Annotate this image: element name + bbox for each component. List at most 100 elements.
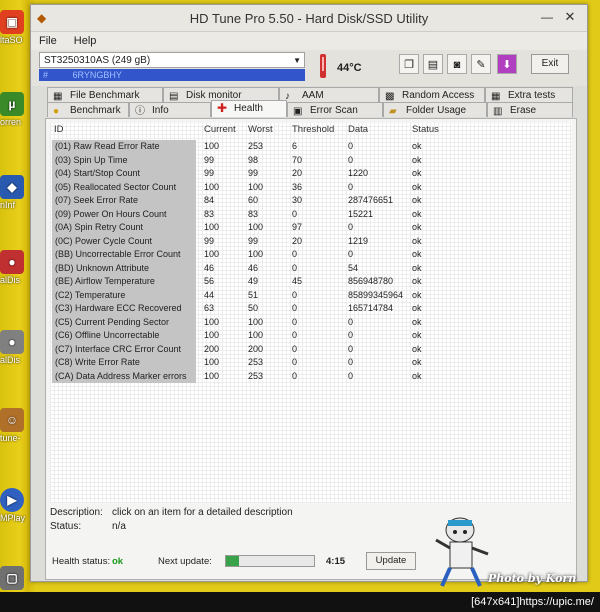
desktop-icon[interactable]: ▣ ltaSO	[0, 10, 30, 45]
tab-label: Error Scan	[310, 105, 358, 116]
data-cell: 0	[348, 330, 354, 340]
copy-text-button[interactable]: ▤	[423, 54, 443, 74]
threshold-cell: 97	[292, 222, 303, 232]
desktop-icon[interactable]: ☺ tune-	[0, 408, 30, 443]
desktop-icon[interactable]: µ orren	[0, 92, 30, 127]
worst-cell: 100	[248, 222, 264, 232]
tab-random-access[interactable]: ▩ Random Access	[379, 87, 485, 102]
status-cell: ok	[412, 276, 422, 286]
status-cell: ok	[412, 141, 422, 151]
tab-extra-tests[interactable]: ▦ Extra tests	[485, 87, 573, 102]
table-row[interactable]: (03) Spin Up Time 99 98 70 0 ok	[50, 153, 572, 167]
worst-cell: 60	[248, 195, 259, 205]
data-cell: 0	[348, 357, 354, 367]
serial-number: # 6RYNGBHY	[39, 69, 305, 81]
tab-folder-usage[interactable]: ▰ Folder Usage	[383, 102, 487, 117]
table-row[interactable]: (C6) Offline Uncorrectable 100 100 0 0 ok	[50, 329, 572, 343]
column-header-threshold[interactable]: Threshold	[292, 123, 334, 137]
attribute-name-cell: (0A) Spin Retry Count	[52, 221, 196, 235]
table-row[interactable]: (C7) Interface CRC Error Count 200 200 0 0 ok	[50, 342, 572, 356]
desktop-icon[interactable]: ▢	[0, 566, 30, 591]
threshold-cell: 30	[292, 195, 303, 205]
tab-info[interactable]: ⓘ Info	[129, 102, 211, 117]
tab-file-benchmark[interactable]: ▦ File Benchmark	[47, 87, 163, 102]
attribute-name-cell: (C3) Hardware ECC Recovered	[52, 302, 196, 316]
data-cell: 287476651	[348, 195, 394, 205]
toolbar: ST3250310AS (249 gB) ▼ # 6RYNGBHY 44°C ❐…	[31, 50, 587, 86]
current-cell: 100	[204, 249, 220, 259]
menu-bar: File Help	[31, 32, 587, 50]
worst-cell: 100	[248, 249, 264, 259]
tab-erase[interactable]: ▥ Erase	[487, 102, 573, 117]
folder-icon: ▰	[389, 106, 397, 117]
image-footer: [647x641]https://upic.me/	[0, 592, 600, 612]
threshold-cell: 0	[292, 208, 298, 219]
current-cell: 99	[204, 154, 215, 165]
tab-error-scan[interactable]: ▣ Error Scan	[287, 102, 383, 117]
current-cell: 99	[204, 235, 215, 246]
screenshot-button[interactable]: ◙	[447, 54, 467, 74]
table-row[interactable]: (BD) Unknown Attribute 46 46 0 54 ok	[50, 261, 572, 275]
worst-cell: 49	[248, 276, 259, 286]
column-header-data[interactable]: Data	[348, 123, 368, 137]
threshold-cell: 0	[292, 357, 298, 367]
table-row[interactable]: (C8) Write Error Rate 100 253 0 0 ok	[50, 356, 572, 370]
threshold-cell: 0	[292, 262, 298, 273]
close-button[interactable]: ✕	[560, 9, 580, 25]
table-row[interactable]: (C5) Current Pending Sector 100 100 0 0 ok	[50, 315, 572, 329]
column-header-status[interactable]: Status	[412, 123, 439, 137]
current-cell: 44	[204, 289, 215, 300]
download-icon: ⬇	[502, 59, 512, 71]
table-row[interactable]: (01) Raw Read Error Rate 100 253 6 0 ok	[50, 140, 572, 154]
worst-cell: 98	[248, 154, 259, 165]
save-button[interactable]: ⬇	[497, 54, 517, 74]
data-cell: 0	[348, 222, 354, 232]
table-row[interactable]: (07) Seek Error Rate 84 60 30 287476651 ok	[50, 194, 572, 208]
kmplayer-icon: ▶	[0, 488, 24, 512]
title-bar[interactable]: ◆ HD Tune Pro 5.50 - Hard Disk/SSD Utili…	[31, 5, 587, 32]
worst-cell: 99	[248, 168, 259, 178]
desktop-icon[interactable]: ● alDis	[0, 250, 30, 285]
window-title: HD Tune Pro 5.50 - Hard Disk/SSD Utility	[189, 11, 429, 26]
table-row[interactable]: (C2) Temperature 44 51 0 85899345964 ok	[50, 288, 572, 302]
data-cell: 0	[348, 370, 354, 381]
table-row[interactable]: (09) Power On Hours Count 83 83 0 15221 ok	[50, 207, 572, 221]
copy-info-button[interactable]: ❐	[399, 54, 419, 74]
smart-table: ID Current Worst Threshold Data Status (…	[50, 123, 572, 503]
column-header-current[interactable]: Current	[204, 123, 236, 137]
attribute-name-cell: (C6) Offline Uncorrectable	[52, 329, 196, 343]
hdtune-window: ◆ HD Tune Pro 5.50 - Hard Disk/SSD Utili…	[30, 4, 588, 582]
data-cell: 15221	[348, 208, 374, 219]
table-row[interactable]: (04) Start/Stop Count 99 99 20 1220 ok	[50, 167, 572, 181]
current-cell: 100	[204, 330, 220, 340]
table-row[interactable]: (BE) Airflow Temperature 56 49 45 856948780 o…	[50, 275, 572, 289]
column-header-id[interactable]: ID	[54, 123, 64, 137]
watermark: Photo by Korn	[488, 572, 577, 585]
table-row[interactable]: (0C) Power Cycle Count 99 99 20 1219 ok	[50, 234, 572, 248]
exit-button[interactable]: Exit	[531, 54, 569, 74]
table-row[interactable]: (BB) Uncorrectable Error Count 100 100 0 0 ok	[50, 248, 572, 262]
info-icon: ⓘ	[135, 106, 145, 117]
tab-benchmark[interactable]: ● Benchmark	[47, 102, 129, 117]
minimize-button[interactable]: —	[537, 9, 557, 25]
column-header-worst[interactable]: Worst	[248, 123, 273, 137]
menu-file[interactable]: File	[39, 32, 57, 50]
attribute-name-cell: (C5) Current Pending Sector	[52, 315, 196, 329]
table-row[interactable]: (C3) Hardware ECC Recovered 63 50 0 16571478…	[50, 302, 572, 316]
attribute-name-cell: (C7) Interface CRC Error Count	[52, 342, 196, 356]
table-row[interactable]: (05) Reallocated Sector Count 100 100 36 0 ok	[50, 180, 572, 194]
tab-health[interactable]: ✚ Health	[211, 100, 287, 117]
desktop-icon[interactable]: ▶ MPlay	[0, 488, 30, 523]
drive-select[interactable]: ST3250310AS (249 gB) ▼	[39, 52, 305, 68]
current-cell: 63	[204, 303, 215, 313]
table-row[interactable]: (CA) Data Address Marker errors 100 253 0 0 o…	[50, 369, 572, 383]
data-cell: 856948780	[348, 276, 394, 286]
table-row[interactable]: (0A) Spin Retry Count 100 100 97 0 ok	[50, 221, 572, 235]
tab-label: File Benchmark	[70, 90, 140, 101]
menu-help[interactable]: Help	[74, 32, 97, 50]
desktop-icon[interactable]: ● alDis	[0, 330, 30, 365]
options-button[interactable]: ✎	[471, 54, 491, 74]
update-button[interactable]: Update	[366, 552, 416, 570]
desktop-icon[interactable]: ◆ nInf	[0, 175, 30, 210]
tab-aam[interactable]: ♪ AAM	[279, 87, 379, 102]
